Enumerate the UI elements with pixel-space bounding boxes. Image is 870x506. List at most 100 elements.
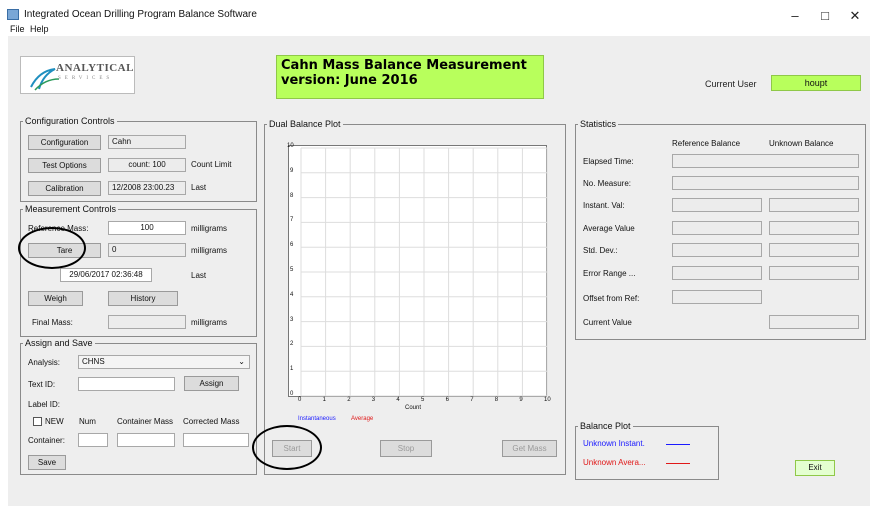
stat-label-std-dev: Std. Dev.: [583, 246, 618, 255]
balance-plot-legend: Balance Plot [580, 421, 631, 431]
std-dev-unknown [769, 243, 859, 257]
count-value: count: 100 [108, 158, 186, 172]
configuration-controls-legend: Configuration Controls [25, 116, 115, 126]
app-icon [7, 9, 19, 20]
new-checkbox[interactable] [33, 417, 42, 426]
stat-label-average-value: Average Value [583, 224, 635, 233]
x-tick-label: 1 [322, 397, 326, 403]
dual-balance-plot-legend: Dual Balance Plot [269, 119, 341, 129]
logo-subtitle: SERVICES [58, 76, 114, 81]
y-tick-label: 7 [290, 217, 294, 224]
tare-last-label: Last [191, 271, 207, 280]
calibration-value: 12/2008 23:00.23 [108, 181, 186, 195]
unknown-average-label: Unknown Avera... [583, 458, 646, 467]
maximize-button[interactable]: □ [810, 6, 840, 26]
test-options-button[interactable]: Test Options [28, 158, 101, 173]
x-axis-label: Count [405, 405, 422, 411]
stop-button[interactable]: Stop [380, 440, 432, 457]
tare-annotation-circle [18, 227, 86, 269]
num-input[interactable] [78, 433, 108, 447]
menu-file[interactable]: File [10, 24, 25, 34]
average-value-reference [672, 221, 762, 235]
std-dev-reference [672, 243, 762, 257]
final-mass-unit: milligrams [191, 318, 227, 327]
minimize-button[interactable]: – [780, 6, 810, 26]
y-tick-label: 3 [290, 316, 294, 323]
final-mass-label: Final Mass: [32, 318, 73, 327]
measurement-controls-legend: Measurement Controls [25, 204, 117, 214]
corrected-mass-input[interactable] [183, 433, 249, 447]
history-button[interactable]: History [108, 291, 178, 306]
stat-label-no-measure: No. Measure: [583, 179, 632, 188]
close-button[interactable]: ✕ [840, 6, 870, 26]
configuration-value: Cahn [108, 135, 186, 149]
error-range-unknown [769, 266, 859, 280]
container-label: Container: [28, 436, 65, 445]
x-tick-label: 2 [347, 397, 351, 403]
text-id-input[interactable] [78, 377, 175, 391]
current-user-label: Current User [705, 79, 757, 89]
banner-version: version: June 2016 [281, 73, 418, 88]
text-id-label: Text ID: [28, 380, 56, 389]
menu-help[interactable]: Help [30, 24, 49, 34]
reference-mass-unit: milligrams [191, 224, 227, 233]
chevron-down-icon: ⌄ [238, 357, 245, 366]
current-user-value: houpt [771, 75, 861, 91]
instant-line-swatch [666, 444, 690, 445]
no-measure-value [672, 176, 859, 190]
get-mass-button[interactable]: Get Mass [502, 440, 557, 457]
stat-label-error-range: Error Range ... [583, 269, 636, 278]
y-tick-label: 10 [287, 143, 294, 149]
unknown-balance-header: Unknown Balance [769, 139, 834, 148]
window-title: Integrated Ocean Drilling Program Balanc… [24, 9, 257, 20]
analysis-select[interactable]: CHNS ⌄ [78, 355, 250, 369]
legend-average: Average [351, 416, 374, 422]
count-limit-label: Count Limit [191, 160, 232, 169]
container-mass-label: Container Mass [117, 417, 174, 426]
tare-value: 0 [108, 243, 186, 257]
num-label: Num [79, 417, 96, 426]
corrected-mass-label: Corrected Mass [183, 417, 240, 426]
instant-val-reference [672, 198, 762, 212]
average-value-unknown [769, 221, 859, 235]
average-line-swatch [666, 463, 690, 464]
y-tick-label: 1 [290, 366, 294, 373]
x-tick-label: 3 [371, 397, 376, 403]
x-tick-label: 9 [519, 397, 523, 403]
reference-mass-input[interactable]: 100 [108, 221, 186, 235]
label-id-label: Label ID: [28, 400, 61, 409]
balance-plot-group: Balance Plot [575, 421, 719, 480]
legend-instantaneous: Instantaneous [298, 416, 336, 422]
stat-label-offset-from-ref: Offset from Ref: [583, 294, 640, 303]
new-label: NEW [45, 417, 64, 426]
x-tick-label: 0 [298, 397, 302, 403]
weigh-button[interactable]: Weigh [28, 291, 83, 306]
start-annotation-circle [252, 425, 322, 470]
x-tick-label: 8 [494, 397, 499, 403]
unknown-instant-label: Unknown Instant. [583, 439, 645, 448]
statistics-legend: Statistics [580, 119, 617, 129]
calibration-button[interactable]: Calibration [28, 181, 101, 196]
current-value-unknown [769, 315, 859, 329]
stat-label-current-value: Current Value [583, 318, 632, 327]
logo-name: ANALYTICAL [56, 62, 134, 74]
container-mass-input[interactable] [117, 433, 175, 447]
assign-button[interactable]: Assign [184, 376, 239, 391]
y-tick-label: 2 [290, 341, 294, 348]
calibration-last-label: Last [191, 183, 207, 192]
exit-button[interactable]: Exit [795, 460, 835, 476]
y-tick-label: 5 [290, 267, 294, 273]
configuration-button[interactable]: Configuration [28, 135, 101, 150]
x-tick-label: 10 [544, 397, 551, 403]
y-tick-label: 8 [290, 192, 294, 199]
stat-label-elapsed-time: Elapsed Time: [583, 157, 634, 166]
y-tick-label: 4 [290, 291, 294, 298]
save-button[interactable]: Save [28, 455, 66, 470]
y-tick-label: 9 [290, 167, 294, 174]
y-tick-label: 0 [290, 391, 294, 397]
tare-unit: milligrams [191, 246, 227, 255]
stat-label-instant-val: Instant. Val: [583, 201, 625, 210]
x-tick-label: 6 [445, 397, 449, 403]
instant-val-unknown [769, 198, 859, 212]
y-tick-label: 6 [290, 242, 294, 249]
